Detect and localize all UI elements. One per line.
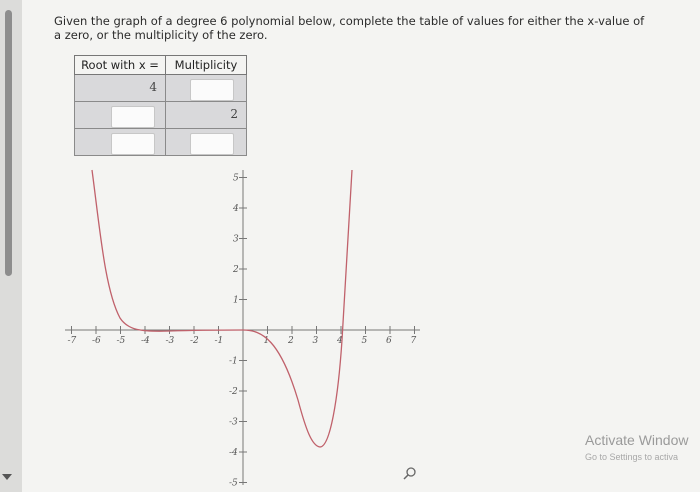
- x-tick-label: -4: [141, 336, 150, 346]
- x-tick-label: -3: [166, 336, 175, 346]
- x-tick-label: 6: [386, 336, 392, 346]
- y-tick-label: 2: [232, 265, 239, 275]
- x-tick-label: 2: [287, 336, 294, 346]
- y-tick-group: 5 4 3 2 1 -1 -2 -3 -4 -5: [229, 174, 247, 489]
- y-tick-label: 5: [233, 174, 239, 184]
- y-tick-label: -2: [229, 387, 238, 397]
- x-tick-label: 3: [313, 336, 319, 346]
- y-tick-label: 4: [232, 204, 239, 214]
- x-tick-label: -2: [190, 336, 199, 346]
- x-tick-label: 7: [411, 336, 417, 346]
- polynomial-graph: -7 -6 -5 -4 -3 -2 -1 1 2 3 4 5 6 7 5 4 3 2 1 -1 -2 -3 -4 -5: [65, 169, 420, 489]
- x-tick-label: -1: [215, 336, 224, 346]
- y-tick-label: -1: [229, 357, 238, 367]
- x-tick-group: -7 -6 -5 -4 -3 -2 -1 1 2 3 4 5 6 7: [68, 326, 417, 346]
- polynomial-curve: [91, 169, 353, 448]
- y-tick-label: 3: [233, 235, 239, 245]
- x-tick-label: -6: [92, 336, 101, 346]
- y-tick-label: -4: [229, 448, 238, 458]
- y-tick-label: -5: [229, 479, 238, 489]
- magnifier-icon[interactable]: [403, 466, 417, 480]
- activate-windows-subtitle: Go to Settings to activa: [585, 452, 679, 462]
- y-tick-label: 1: [233, 296, 239, 306]
- x-tick-label: 5: [362, 336, 368, 346]
- y-tick-label: -3: [229, 418, 238, 428]
- x-tick-label: -5: [117, 336, 126, 346]
- activate-windows-title: Activate Window: [585, 432, 689, 448]
- x-tick-label: -7: [68, 336, 77, 346]
